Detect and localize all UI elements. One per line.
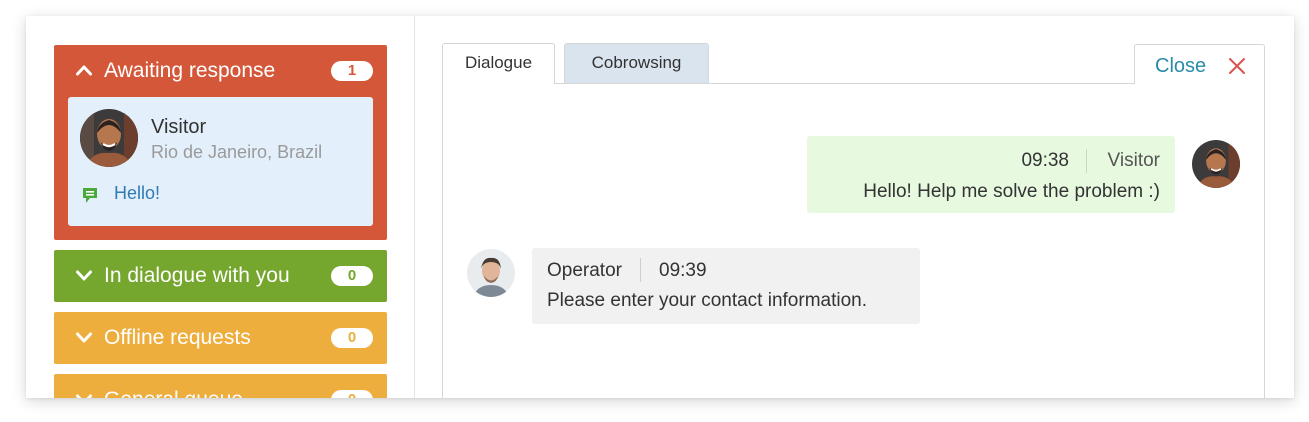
group-title: In dialogue with you (104, 264, 290, 287)
divider (1086, 149, 1087, 173)
dialogue-panel: 09:38 Visitor Hello! Help me solve the p… (442, 83, 1265, 398)
avatar (1192, 140, 1240, 188)
chevron-down-icon (76, 270, 92, 281)
message-time: 09:39 (659, 260, 707, 281)
count-badge: 0 (331, 266, 373, 286)
count-badge: 0 (331, 390, 373, 398)
message-time: 09:38 (1021, 150, 1069, 171)
message-text: Please enter your contact information. (547, 290, 868, 311)
group-title: General queue (104, 388, 243, 398)
chat-queue-sidebar: Awaiting response 1 Visitor Rio de Janei… (26, 16, 415, 398)
chevron-down-icon (76, 394, 92, 398)
chevron-down-icon (76, 332, 92, 343)
tab-cobrowsing[interactable]: Cobrowsing (564, 43, 709, 83)
message-sender: Visitor (1107, 150, 1160, 171)
message-sender: Operator (547, 260, 622, 281)
group-awaiting-header[interactable]: Awaiting response 1 (54, 45, 387, 97)
avatar (467, 249, 515, 297)
count-badge: 0 (331, 328, 373, 348)
message-text: Hello! Help me solve the problem :) (863, 181, 1160, 202)
tab-dialogue[interactable]: Dialogue (442, 43, 555, 84)
group-offline-header[interactable]: Offline requests 0 (54, 312, 387, 364)
avatar (80, 109, 138, 167)
divider (640, 258, 641, 282)
chat-area: Dialogue Cobrowsing Close 09:38 Visitor … (415, 16, 1294, 398)
close-icon (1229, 58, 1245, 74)
group-title: Awaiting response (104, 59, 276, 82)
chat-bubble-icon (83, 188, 97, 203)
close-label: Close (1155, 55, 1207, 77)
group-general-queue[interactable]: General queue 0 (54, 374, 387, 398)
group-awaiting-response: Awaiting response 1 Visitor Rio de Janei… (54, 45, 387, 240)
group-title: Offline requests (104, 326, 251, 349)
visitor-name: Visitor (151, 116, 207, 138)
group-in-dialogue[interactable]: In dialogue with you 0 (54, 250, 387, 302)
last-message: Hello! (114, 183, 161, 203)
message-operator: Operator 09:39 Please enter your contact… (532, 248, 920, 324)
chevron-up-icon (76, 65, 92, 76)
group-queue-header[interactable]: General queue 0 (54, 374, 387, 398)
count-badge: 1 (331, 61, 373, 81)
close-button[interactable]: Close (1134, 44, 1265, 84)
group-offline-requests[interactable]: Offline requests 0 (54, 312, 387, 364)
operator-console: Awaiting response 1 Visitor Rio de Janei… (26, 16, 1294, 398)
message-visitor: 09:38 Visitor Hello! Help me solve the p… (807, 136, 1175, 213)
visitor-location: Rio de Janeiro, Brazil (151, 142, 323, 162)
visitor-card[interactable]: Visitor Rio de Janeiro, Brazil Hello! (68, 97, 373, 226)
group-dialogue-header[interactable]: In dialogue with you 0 (54, 250, 387, 302)
